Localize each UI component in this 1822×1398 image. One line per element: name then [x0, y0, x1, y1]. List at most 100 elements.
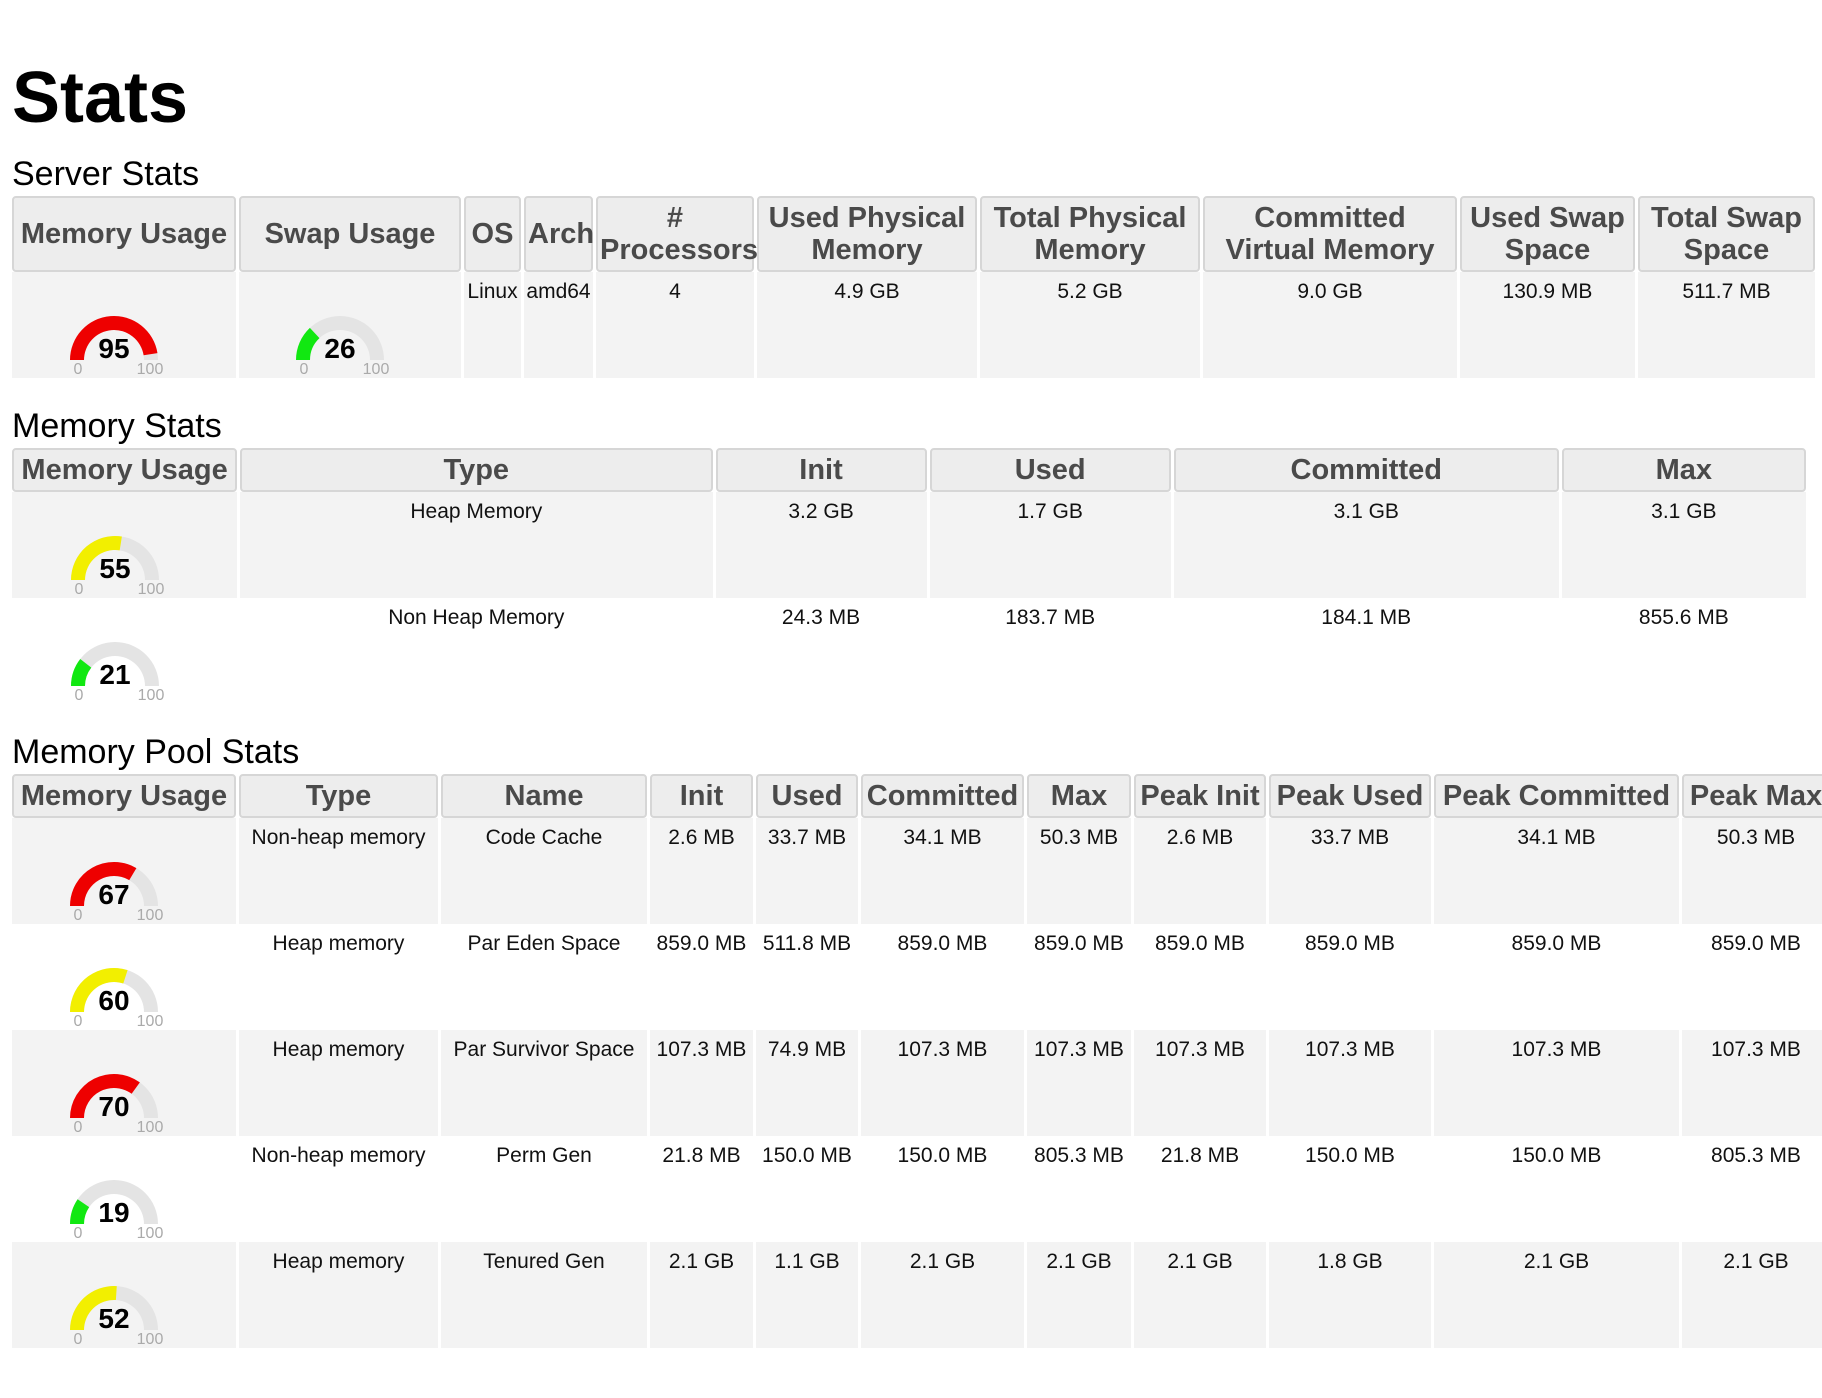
peak-init-cell: 21.8 MB [1160, 1144, 1240, 1167]
swap-usage-gauge: 26 0 100 [296, 316, 390, 378]
peak-max-cell: 859.0 MB [1711, 932, 1801, 955]
memory-usage-cell: 52 0 100 [12, 1242, 236, 1348]
memory-usage-cell: 21 0 100 [12, 598, 237, 704]
header-memory-usage[interactable]: Memory Usage [12, 196, 236, 272]
gauge-max-label: 100 [137, 907, 164, 924]
gauge-min-label: 0 [300, 361, 309, 378]
header-committed-virtual-memory[interactable]: Committed Virtual Memory [1203, 196, 1457, 272]
type-cell: Non Heap Memory [388, 606, 565, 629]
header-memory-usage[interactable]: Memory Usage [12, 448, 238, 492]
header-name[interactable]: Name [441, 774, 647, 818]
pool-header-row: Memory Usage Type Name Init Used Committ… [12, 774, 1822, 818]
gauge-value: 19 [98, 1197, 129, 1228]
gauge-max-label: 100 [137, 1225, 164, 1242]
init-cell: 2.6 MB [650, 818, 753, 924]
name-cell: Par Survivor Space [441, 1030, 647, 1136]
header-total-physical-memory[interactable]: Total Physical Memory [980, 196, 1200, 272]
table-row: 55 0 100 Heap Memory 3.2 GB 1.7 GB 3.1 GB … [12, 492, 1806, 598]
type-cell: Non-heap memory [251, 1144, 426, 1167]
table-row: 95 0 100 26 0 100 Linux amd64 4 4.9 GB 5.2 G… [12, 272, 1815, 378]
gauge-min-label: 0 [74, 581, 83, 598]
gauge-min-label: 0 [74, 687, 83, 704]
header-arch[interactable]: Arch [524, 196, 594, 272]
header-peak-used[interactable]: Peak Used [1269, 774, 1431, 818]
gauge-value: 95 [98, 333, 129, 364]
memory-pool-stats-title: Memory Pool Stats [12, 733, 300, 771]
name-cell: Code Cache [441, 818, 647, 924]
memory-stats-title: Memory Stats [12, 407, 222, 445]
server-stats-title: Server Stats [12, 155, 200, 193]
max-cell: 805.3 MB [1034, 1144, 1124, 1167]
header-used[interactable]: Used [756, 774, 858, 818]
peak-max-cell: 2.1 GB [1682, 1242, 1822, 1348]
max-cell: 3.1 GB [1561, 492, 1806, 598]
memory-header-row: Memory Usage Type Init Used Committed Ma… [12, 448, 1806, 492]
committed-cell: 2.1 GB [861, 1242, 1024, 1348]
peak-max-cell: 107.3 MB [1682, 1030, 1822, 1136]
header-max[interactable]: Max [1027, 774, 1131, 818]
header-memory-usage[interactable]: Memory Usage [12, 774, 236, 818]
max-cell: 859.0 MB [1034, 932, 1124, 955]
gauge-min-label: 0 [74, 1119, 83, 1136]
used-physical-cell: 4.9 GB [757, 272, 977, 378]
header-used-physical-memory[interactable]: Used Physical Memory [757, 196, 977, 272]
init-cell: 24.3 MB [781, 606, 861, 629]
peak-used-cell: 33.7 MB [1269, 818, 1431, 924]
header-os[interactable]: OS [464, 196, 521, 272]
gauge-min-label: 0 [74, 1331, 83, 1348]
init-cell: 21.8 MB [662, 1144, 741, 1167]
peak-committed-cell: 2.1 GB [1434, 1242, 1679, 1348]
header-peak-committed[interactable]: Peak Committed [1434, 774, 1679, 818]
gauge-max-label: 100 [137, 361, 164, 378]
peak-max-cell: 50.3 MB [1682, 818, 1822, 924]
gauge-max-label: 100 [363, 361, 390, 378]
header-type[interactable]: Type [240, 448, 713, 492]
memory-usage-cell: 19 0 100 [12, 1136, 236, 1242]
used-cell: 1.7 GB [929, 492, 1171, 598]
gauge-max-label: 100 [137, 687, 164, 704]
committed-cell: 34.1 MB [861, 818, 1024, 924]
arch-cell: amd64 [524, 272, 593, 378]
header-swap-usage[interactable]: Swap Usage [239, 196, 461, 272]
name-cell: Tenured Gen [441, 1242, 647, 1348]
header-used[interactable]: Used [929, 448, 1171, 492]
peak-init-cell: 859.0 MB [1155, 932, 1245, 955]
swap-usage-cell: 26 0 100 [239, 272, 461, 378]
name-cell: Perm Gen [496, 1144, 592, 1167]
header-init[interactable]: Init [715, 448, 927, 492]
max-cell: 50.3 MB [1027, 818, 1131, 924]
header-used-swap-space[interactable]: Used Swap Space [1460, 196, 1635, 272]
type-cell: Heap memory [272, 932, 405, 955]
used-cell: 74.9 MB [756, 1030, 858, 1136]
header-committed[interactable]: Committed [1173, 448, 1559, 492]
header-committed[interactable]: Committed [861, 774, 1024, 818]
gauge-value: 55 [99, 553, 130, 584]
header-max[interactable]: Max [1561, 448, 1806, 492]
gauge-value: 26 [324, 333, 355, 364]
page-title: Stats [12, 58, 189, 138]
peak-committed-cell: 107.3 MB [1434, 1030, 1679, 1136]
committed-cell: 859.0 MB [897, 932, 988, 955]
init-cell: 2.1 GB [650, 1242, 753, 1348]
header-total-swap-space[interactable]: Total Swap Space [1638, 196, 1815, 272]
header-peak-init[interactable]: Peak Init [1134, 774, 1266, 818]
used-cell: 33.7 MB [756, 818, 858, 924]
type-cell: Heap Memory [240, 492, 713, 598]
peak-committed-cell: 859.0 MB [1511, 932, 1602, 955]
type-cell: Heap memory [239, 1030, 438, 1136]
header-peak-max[interactable]: Peak Max [1682, 774, 1822, 818]
peak-init-cell: 2.1 GB [1134, 1242, 1266, 1348]
memory-pool-stats-table: Memory Usage Type Name Init Used Committ… [9, 774, 1822, 1348]
par-eden-space-usage-gauge: 60 0 100 [70, 968, 163, 1030]
header-init[interactable]: Init [650, 774, 753, 818]
memory-usage-cell: 95 0 100 [12, 272, 236, 378]
table-row: 70 0 100 Heap memory Par Survivor Space 10… [12, 1030, 1822, 1136]
committed-virtual-cell: 9.0 GB [1203, 272, 1457, 378]
header-processors[interactable]: # Processors [596, 196, 758, 272]
memory-usage-cell: 55 0 100 [12, 492, 238, 598]
init-cell: 107.3 MB [650, 1030, 753, 1136]
gauge-max-label: 100 [137, 1331, 164, 1348]
header-type[interactable]: Type [239, 774, 438, 818]
type-cell: Heap memory [239, 1242, 438, 1348]
used-swap-cell: 130.9 MB [1460, 272, 1635, 378]
